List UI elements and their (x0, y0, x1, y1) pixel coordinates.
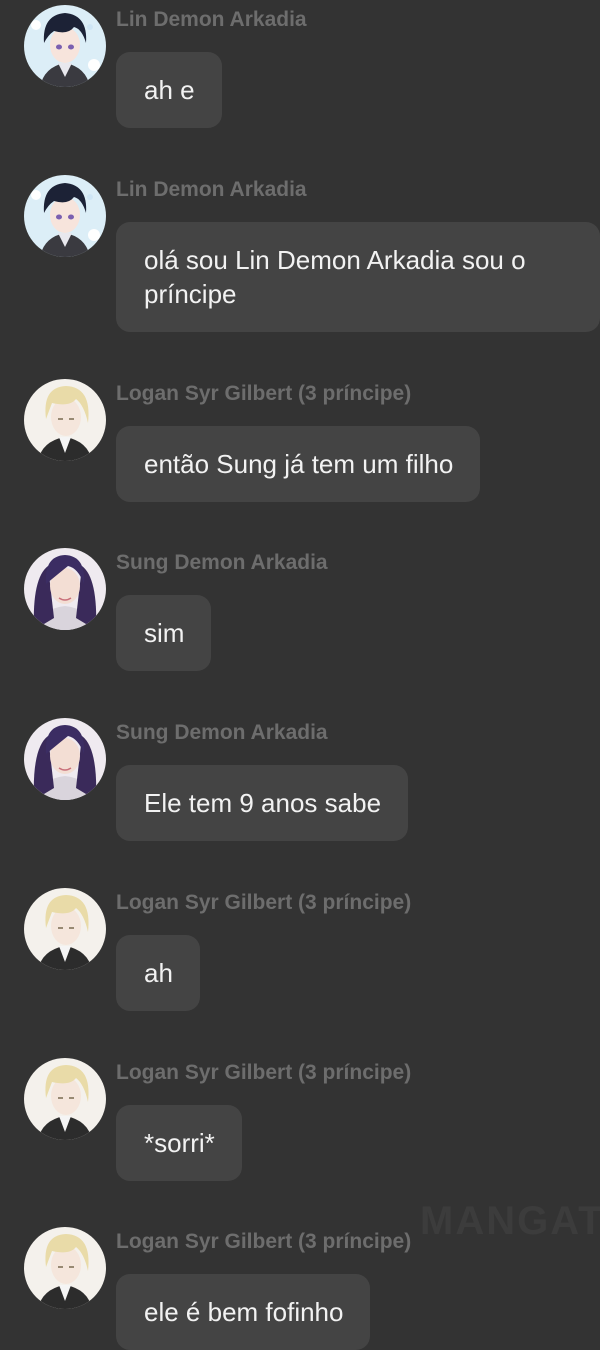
sender-name: Logan Syr Gilbert (3 príncipe) (116, 1061, 412, 1084)
sender-name: Lin Demon Arkadia (116, 178, 307, 201)
sender-name: Logan Syr Gilbert (3 príncipe) (116, 1230, 412, 1253)
message-bubble[interactable]: Ele tem 9 anos sabe (116, 765, 409, 841)
sender-name: Logan Syr Gilbert (3 príncipe) (116, 382, 412, 405)
message-bubble[interactable]: ah (116, 935, 200, 1011)
chat-thread: Lin Demon Arkadia ah e Lin Demon Arkadia… (0, 0, 600, 1350)
watermark: MANGATO (420, 1199, 600, 1243)
logan-avatar[interactable] (24, 1227, 106, 1309)
sender-name: Logan Syr Gilbert (3 príncipe) (116, 891, 412, 914)
lin-avatar[interactable] (24, 175, 106, 257)
message-bubble[interactable]: ah e (116, 52, 222, 128)
logan-avatar[interactable] (24, 379, 106, 461)
message-bubble[interactable]: sim (116, 595, 212, 671)
lin-avatar[interactable] (24, 5, 106, 87)
sung-avatar[interactable] (24, 718, 106, 800)
logan-avatar[interactable] (24, 888, 106, 970)
sung-avatar[interactable] (24, 548, 106, 630)
message-bubble[interactable]: então Sung já tem um filho (116, 426, 481, 502)
message-bubble[interactable]: olá sou Lin Demon Arkadia sou o príncipe (116, 222, 600, 332)
logan-avatar[interactable] (24, 1058, 106, 1140)
sender-name: Sung Demon Arkadia (116, 551, 328, 574)
message-bubble[interactable]: ele é bem fofinho (116, 1274, 371, 1350)
message-bubble[interactable]: *sorri* (116, 1105, 242, 1181)
sender-name: Sung Demon Arkadia (116, 721, 328, 744)
sender-name: Lin Demon Arkadia (116, 8, 307, 31)
